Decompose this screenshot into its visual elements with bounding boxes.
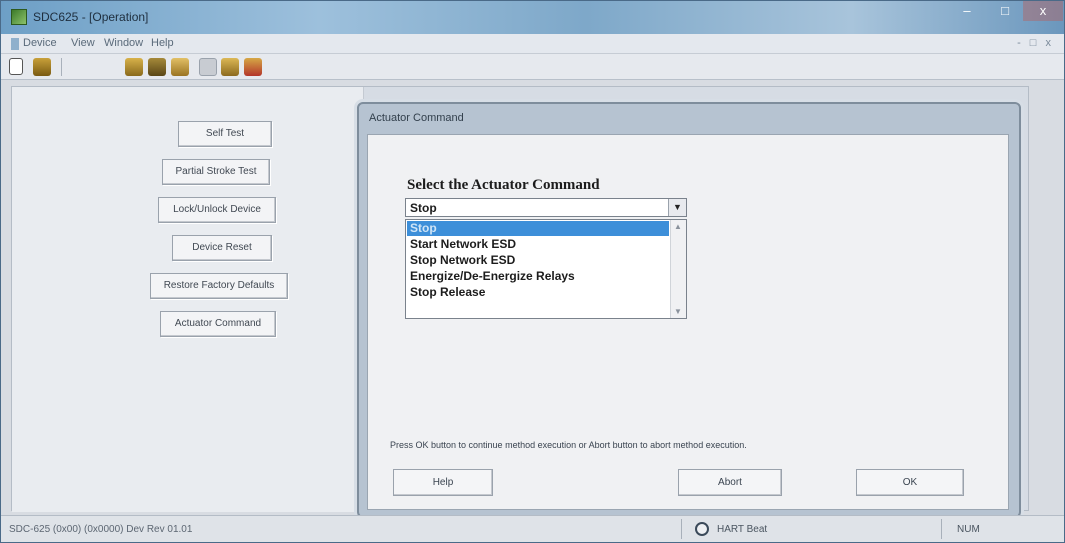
dialog-body: Select the Actuator Command Stop ▼ Stop …	[367, 134, 1009, 510]
methods-panel: Self Test Partial Stroke Test Lock/Unloc…	[12, 87, 364, 512]
help-button[interactable]: Help	[393, 469, 493, 496]
scroll-up-icon[interactable]: ▲	[674, 222, 682, 231]
open-icon[interactable]	[148, 58, 166, 76]
select-value: Stop	[410, 201, 437, 215]
new-icon[interactable]	[9, 58, 23, 75]
dialog-title: Actuator Command	[369, 112, 464, 124]
heartbeat-label: HART Beat	[717, 524, 768, 535]
window-title: SDC625 - [Operation]	[33, 10, 149, 24]
option-start-network-esd[interactable]: Start Network ESD	[407, 237, 669, 252]
instruction-text: Press OK button to continue method execu…	[390, 440, 747, 450]
maximize-button[interactable]: □	[987, 1, 1023, 21]
minimize-button[interactable]: –	[949, 1, 985, 21]
restore-factory-defaults-button[interactable]: Restore Factory Defaults	[150, 273, 288, 299]
command-dropdown-list: Stop Start Network ESD Stop Network ESD …	[405, 219, 687, 319]
mdi-doc-icon[interactable]	[11, 38, 19, 50]
menu-view[interactable]: View	[71, 37, 95, 49]
actuator-command-dialog: Actuator Command Select the Actuator Com…	[357, 102, 1021, 518]
device-reset-button[interactable]: Device Reset	[172, 235, 272, 261]
chevron-down-icon[interactable]: ▼	[668, 199, 686, 216]
save-icon[interactable]	[125, 58, 143, 76]
option-stop-network-esd[interactable]: Stop Network ESD	[407, 253, 669, 268]
status-bar: SDC-625 (0x00) (0x0000) Dev Rev 01.01 HA…	[1, 515, 1064, 542]
close-button[interactable]: x	[1023, 1, 1063, 21]
status-separator	[681, 519, 682, 539]
refresh-icon[interactable]	[171, 58, 189, 76]
ok-button[interactable]: OK	[856, 469, 964, 496]
status-separator	[941, 519, 942, 539]
heartbeat-icon	[695, 522, 709, 536]
mdi-window-controls[interactable]: - □ x	[1017, 37, 1054, 49]
dropdown-scrollbar[interactable]: ▲ ▼	[670, 220, 686, 318]
print-icon[interactable]	[199, 58, 217, 76]
title-bar[interactable]: SDC625 - [Operation] – □ x	[1, 1, 1064, 34]
device-status-text: SDC-625 (0x00) (0x0000) Dev Rev 01.01	[9, 524, 193, 535]
toolbar-separator	[61, 58, 62, 76]
app-icon	[11, 9, 27, 25]
toolbar	[1, 54, 1064, 80]
actuator-command-select[interactable]: Stop ▼	[405, 198, 687, 217]
abort-button[interactable]: Abort	[678, 469, 782, 496]
partial-stroke-test-button[interactable]: Partial Stroke Test	[162, 159, 270, 185]
menu-device[interactable]: Device	[23, 37, 57, 49]
device-icon[interactable]	[33, 58, 51, 76]
select-command-label: Select the Actuator Command	[407, 177, 600, 193]
actuator-command-button[interactable]: Actuator Command	[160, 311, 276, 337]
download-icon[interactable]	[244, 58, 262, 76]
menu-window[interactable]: Window	[104, 37, 143, 49]
scroll-down-icon[interactable]: ▼	[674, 307, 682, 316]
upload-icon[interactable]	[221, 58, 239, 76]
option-stop-release[interactable]: Stop Release	[407, 285, 669, 300]
lock-unlock-device-button[interactable]: Lock/Unlock Device	[158, 197, 276, 223]
app-window: SDC625 - [Operation] – □ x Device View W…	[0, 0, 1065, 543]
option-stop[interactable]: Stop	[407, 221, 669, 236]
self-test-button[interactable]: Self Test	[178, 121, 272, 147]
menu-help[interactable]: Help	[151, 37, 174, 49]
menu-bar: Device View Window Help - □ x	[1, 34, 1064, 54]
num-lock-indicator: NUM	[957, 524, 980, 535]
option-energize-relays[interactable]: Energize/De-Energize Relays	[407, 269, 669, 284]
